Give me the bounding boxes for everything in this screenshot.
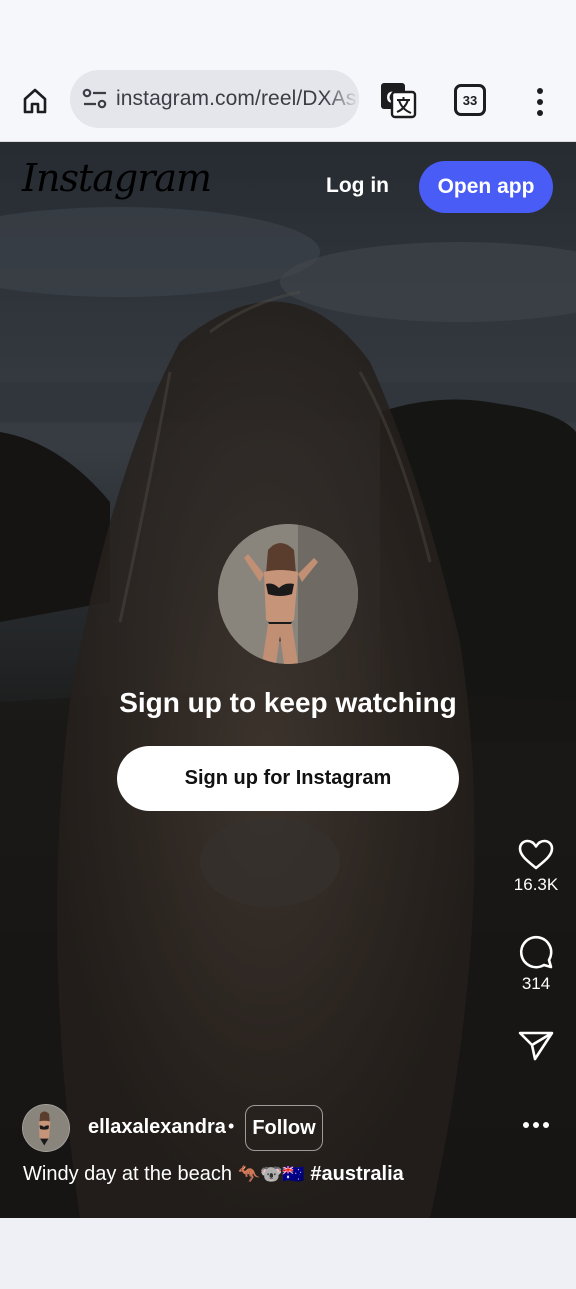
- url-fade: [325, 70, 359, 128]
- site-settings-icon: [82, 88, 107, 109]
- caption-emojis: 🦘🐨🇦🇺: [237, 1164, 305, 1185]
- creator-avatar[interactable]: [22, 1104, 70, 1152]
- comment-count: 314: [521, 974, 551, 993]
- menu-dot-icon: [537, 88, 543, 94]
- creator-photo: [218, 524, 358, 664]
- login-link[interactable]: Log in: [326, 174, 389, 198]
- more-dot-icon: [543, 1122, 549, 1128]
- home-icon: [23, 88, 47, 114]
- creator-username[interactable]: ellaxalexandra: [88, 1116, 226, 1139]
- menu-dot-icon: [537, 99, 543, 105]
- browser-toolbar: instagram.com/reel/DXAs G 33: [0, 60, 576, 142]
- instagram-logo[interactable]: Instagram: [22, 156, 212, 200]
- browser-menu-button[interactable]: [524, 82, 556, 122]
- translate-icon: G: [381, 83, 417, 119]
- creator-avatar-photo: [23, 1105, 69, 1151]
- comment-icon[interactable]: [518, 934, 554, 970]
- signup-prompt-title: Sign up to keep watching: [119, 687, 457, 718]
- caption-text: Windy day at the beach: [23, 1163, 233, 1185]
- like-action[interactable]: 16.3K: [506, 839, 566, 895]
- open-app-button[interactable]: Open app: [419, 161, 553, 213]
- share-action[interactable]: [506, 1030, 566, 1062]
- like-count: 16.3K: [513, 875, 559, 894]
- more-dot-icon: [533, 1122, 539, 1128]
- reel-overlay: [0, 142, 576, 1218]
- post-caption: Windy day at the beach 🦘🐨🇦🇺 #australia: [23, 1163, 404, 1186]
- tab-switcher-button[interactable]: 33: [454, 84, 486, 116]
- heart-icon[interactable]: [518, 839, 554, 871]
- menu-dot-icon: [537, 110, 543, 116]
- address-bar[interactable]: instagram.com/reel/DXAs: [70, 70, 359, 128]
- caption-hashtag[interactable]: #australia: [310, 1163, 403, 1185]
- tab-count: 33: [462, 92, 478, 108]
- more-dot-icon: [523, 1122, 529, 1128]
- separator-dot: •: [228, 1116, 235, 1136]
- reel-viewport[interactable]: Instagram Log in Open app Sign up to kee…: [0, 142, 576, 1218]
- creator-avatar-large: [218, 524, 358, 664]
- home-button[interactable]: [14, 80, 56, 122]
- send-icon[interactable]: [518, 1030, 554, 1062]
- follow-button[interactable]: Follow: [245, 1105, 323, 1151]
- signup-button[interactable]: Sign up for Instagram: [117, 746, 459, 811]
- status-bar: [0, 0, 576, 60]
- translate-button[interactable]: G: [378, 80, 418, 120]
- page-bottom-area: [0, 1218, 576, 1289]
- comment-action[interactable]: 314: [506, 934, 566, 994]
- more-options-button[interactable]: [518, 1112, 554, 1138]
- url-text: instagram.com/reel/DXAs: [116, 87, 357, 110]
